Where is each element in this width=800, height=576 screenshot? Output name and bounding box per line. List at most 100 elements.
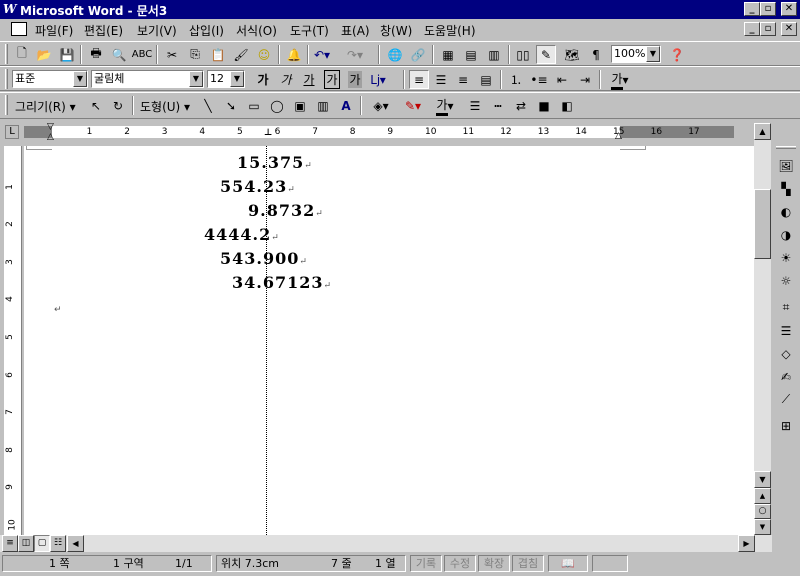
toolbar-grip[interactable] <box>776 146 796 149</box>
text-wrapping-icon[interactable]: ◇ <box>776 344 796 363</box>
smiley-icon[interactable]: ☺ <box>254 45 274 64</box>
font-size-combo[interactable]: 12 ▼ <box>207 70 245 88</box>
chevron-down-icon[interactable]: ▼ <box>230 71 244 87</box>
phonetic-guide-icon[interactable]: ǈ▾ <box>368 70 388 89</box>
horizontal-ruler[interactable]: L 1 2 3 4 5 6 7 8 9 10 11 12 13 14 15 16 17 ▽ △ ⊥ △ <box>0 123 772 142</box>
toolbar-grip[interactable] <box>5 69 8 89</box>
image-control-icon[interactable]: ▚ <box>776 179 796 198</box>
set-transparent-icon[interactable]: ⟋ <box>776 390 796 409</box>
web-layout-button[interactable]: ◫ <box>18 535 34 552</box>
less-brightness-icon[interactable]: ☼ <box>776 271 796 290</box>
vertical-text-box-icon[interactable]: ▥ <box>313 96 333 115</box>
columns-icon[interactable]: ▯▯ <box>513 45 533 64</box>
outline-char-icon[interactable]: 가 <box>322 70 342 89</box>
right-indent-marker[interactable]: △ <box>615 132 622 141</box>
print-preview-icon[interactable]: 🔍 <box>109 45 129 64</box>
office-assistant-icon[interactable]: ❓ <box>667 45 687 64</box>
underline-icon[interactable]: 가 <box>299 70 319 89</box>
menu-tools[interactable]: 도구(T) <box>290 22 329 39</box>
scroll-thumb[interactable] <box>754 189 771 259</box>
scroll-down-button[interactable]: ▼ <box>754 471 771 488</box>
chevron-down-icon[interactable]: ▼ <box>189 71 203 87</box>
less-contrast-icon[interactable]: ◑ <box>776 225 796 244</box>
reset-picture-icon[interactable]: ⊞ <box>776 416 796 435</box>
cut-icon[interactable]: ✂ <box>162 45 182 64</box>
print-layout-button[interactable]: ▢ <box>34 535 50 552</box>
decrease-indent-icon[interactable]: ⇤ <box>552 70 572 89</box>
document-area[interactable]: 15.375↵ 554.23↵ 9.8732↵ 4444.2↵ 543.900↵… <box>24 146 754 535</box>
paste-icon[interactable]: 📋 <box>208 45 228 64</box>
copy-icon[interactable]: ⎘ <box>185 45 205 64</box>
shading-char-icon[interactable]: 가 <box>345 70 365 89</box>
shadow-icon[interactable]: ■ <box>534 96 554 115</box>
document-icon[interactable] <box>11 22 27 36</box>
fill-color-icon[interactable]: ◈▾ <box>366 96 396 115</box>
drawing-icon[interactable]: ✎ <box>536 45 556 64</box>
autoshapes-menu-button[interactable]: 도형(U) ▾ <box>140 98 190 115</box>
italic-icon[interactable]: 가 <box>276 70 296 89</box>
increase-indent-icon[interactable]: ⇥ <box>575 70 595 89</box>
font-color-icon[interactable]: 가 ▾ <box>605 70 635 90</box>
3d-icon[interactable]: ◧ <box>557 96 577 115</box>
text-box-icon[interactable]: ▣ <box>290 96 310 115</box>
overtype-indicator[interactable]: 겹침 <box>512 555 544 572</box>
menu-format[interactable]: 서식(O) <box>236 22 277 39</box>
undo-icon[interactable]: ↶▾ <box>312 45 332 64</box>
menu-help[interactable]: 도움말(H) <box>424 22 476 39</box>
font-color-draw-icon[interactable]: 가 ▾ <box>430 96 460 116</box>
first-line-indent-marker[interactable]: ▽ <box>47 123 54 132</box>
bullets-icon[interactable]: •≡ <box>529 70 549 89</box>
numbering-icon[interactable]: ⒈ <box>506 70 526 89</box>
redo-icon[interactable]: ↷▾ <box>345 45 365 64</box>
menu-edit[interactable]: 편집(E) <box>84 22 123 39</box>
doc-close-button[interactable]: ✕ <box>781 22 797 36</box>
scroll-right-button[interactable]: ▶ <box>738 535 755 552</box>
doc-minimize-button[interactable]: _ <box>744 22 760 36</box>
horizontal-scrollbar[interactable]: ≡ ◫ ▢ ☷ ◀ ▶ <box>0 535 772 552</box>
wordart-icon[interactable]: A <box>336 96 356 115</box>
format-painter-icon[interactable]: 🖌 <box>231 45 251 64</box>
draw-menu-button[interactable]: 그리기(R) ▾ <box>15 98 76 115</box>
line-style-icon[interactable]: ☰ <box>465 96 485 115</box>
menu-view[interactable]: 보기(V) <box>137 22 177 39</box>
dash-style-icon[interactable]: ┅ <box>488 96 508 115</box>
document-map-icon[interactable]: 🗺 <box>562 45 582 64</box>
show-hide-icon[interactable]: ¶ <box>586 45 606 64</box>
font-combo[interactable]: 굴림체 ▼ <box>91 70 204 88</box>
select-browse-object-button[interactable]: ○ <box>754 504 771 519</box>
select-objects-icon[interactable]: ↖ <box>86 96 106 115</box>
close-button[interactable]: ✕ <box>781 2 797 16</box>
bold-icon[interactable]: 가 <box>253 70 273 89</box>
hyperlink-icon[interactable]: 🔗 <box>408 45 428 64</box>
scroll-up-button[interactable]: ▲ <box>754 123 771 140</box>
extend-indicator[interactable]: 확장 <box>478 555 510 572</box>
format-picture-icon[interactable]: ✍ <box>776 367 796 386</box>
toolbar-grip[interactable] <box>5 95 8 115</box>
doc-restore-button[interactable]: ▫ <box>760 22 776 36</box>
spelling-status-icon[interactable]: 📖 <box>548 555 588 572</box>
next-page-button[interactable]: ▼ <box>754 519 771 535</box>
rectangle-icon[interactable]: ▭ <box>244 96 264 115</box>
record-macro-indicator[interactable]: 기록 <box>410 555 442 572</box>
align-center-icon[interactable]: ☰ <box>431 70 451 89</box>
left-indent-marker[interactable]: △ <box>47 133 54 142</box>
open-folder-icon[interactable]: 📂 <box>34 45 54 64</box>
more-contrast-icon[interactable]: ◐ <box>776 202 796 221</box>
print-icon[interactable]: 🖶 <box>86 45 106 64</box>
new-document-icon[interactable]: 🗋 <box>12 45 32 64</box>
more-brightness-icon[interactable]: ☀ <box>776 248 796 267</box>
normal-view-button[interactable]: ≡ <box>2 535 18 552</box>
crop-icon[interactable]: ⌗ <box>776 298 796 317</box>
style-combo[interactable]: 표준 ▼ <box>12 70 88 88</box>
line-color-icon[interactable]: ✎▾ <box>398 96 428 115</box>
align-left-icon[interactable]: ≡ <box>409 70 429 89</box>
vertical-ruler[interactable]: 1 2 3 4 5 6 7 8 9 10 <box>4 146 22 535</box>
chevron-down-icon[interactable]: ▼ <box>73 71 87 87</box>
justify-icon[interactable]: ▤ <box>476 70 496 89</box>
bell-icon[interactable]: 🔔 <box>284 45 304 64</box>
tables-borders-icon[interactable]: ▦ <box>438 45 458 64</box>
menu-window[interactable]: 창(W) <box>380 22 412 39</box>
insert-table-icon[interactable]: ▤ <box>461 45 481 64</box>
menu-file[interactable]: 파일(F) <box>35 22 73 39</box>
spelling-icon[interactable]: ABC <box>132 45 153 64</box>
